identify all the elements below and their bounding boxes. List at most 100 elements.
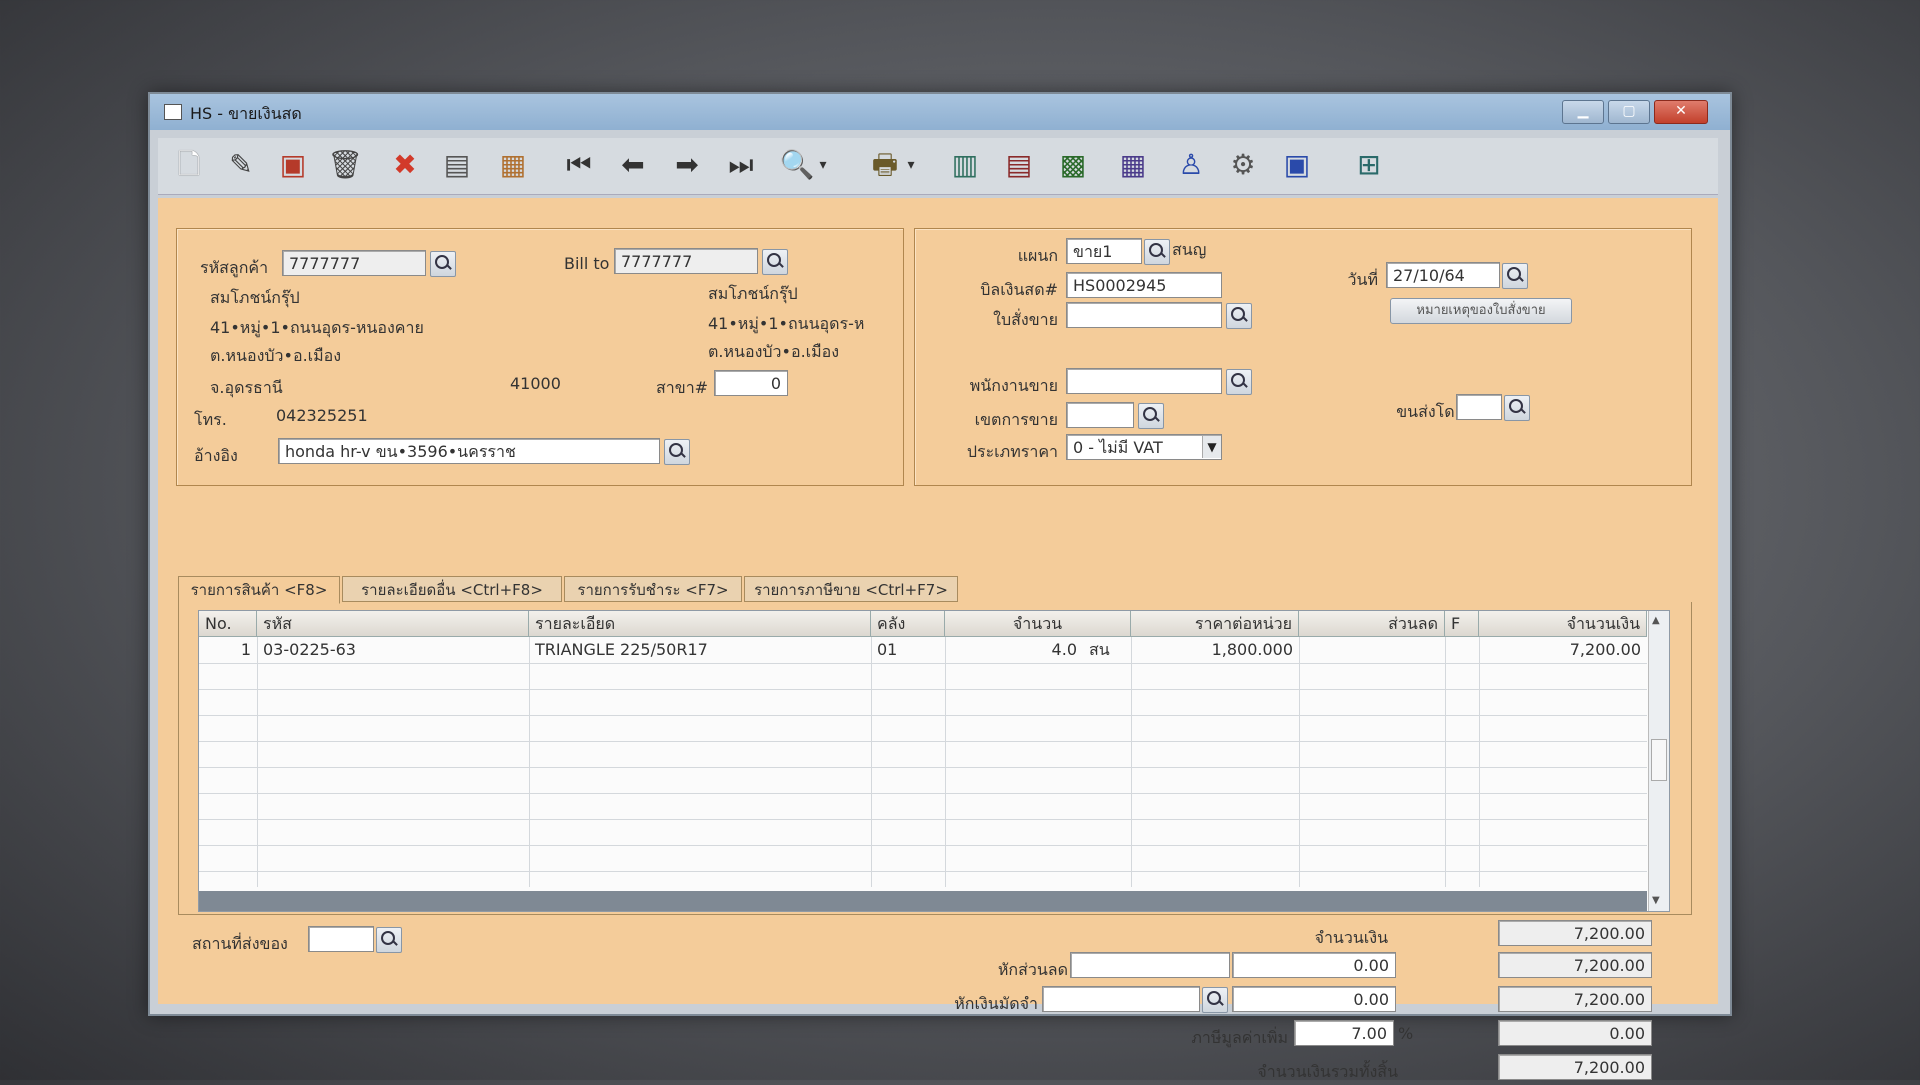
column-header-unit-price[interactable]: ราคาต่อหน่วย	[1131, 611, 1299, 637]
date-picker-icon[interactable]	[1502, 263, 1528, 289]
grand-total-label: จำนวนเงินรวมทั้งสิ้น	[1257, 1062, 1398, 1081]
search-dropdown-icon[interactable]: ▾	[814, 146, 832, 184]
reference-label: อ้างอิง	[194, 446, 238, 465]
close-button[interactable]: ✕	[1654, 100, 1708, 124]
minimize-button[interactable]: ▁	[1562, 100, 1604, 124]
cancel-icon[interactable]: ✖	[386, 146, 424, 184]
list-pointer-icon[interactable]: ▤	[438, 146, 476, 184]
ship-by-label: ขนส่งโดย	[1396, 402, 1464, 421]
after-deposit-field: 7,200.00	[1498, 986, 1652, 1012]
grid-column-line	[1131, 637, 1132, 887]
cell-amount: 7,200.00	[1569, 640, 1641, 659]
screen-report-icon[interactable]: ▥	[946, 146, 984, 184]
title-bar[interactable]: HS - ขายเงินสด ▁ ▢ ✕	[150, 94, 1730, 130]
billto-search-icon[interactable]	[762, 249, 788, 275]
sales-area-field[interactable]	[1066, 402, 1134, 428]
salesman-field[interactable]	[1066, 368, 1222, 394]
customer-code-field[interactable]: 7777777	[282, 250, 426, 276]
books-icon[interactable]: ▦	[494, 146, 532, 184]
cash-bill-number-field[interactable]: HS0002945	[1066, 272, 1222, 298]
cell-no: 1	[240, 640, 251, 659]
salesman-search-icon[interactable]	[1226, 369, 1252, 395]
first-record-icon[interactable]: ⏮	[560, 146, 598, 184]
grid-row-line	[199, 793, 1647, 794]
ship-by-search-icon[interactable]	[1504, 395, 1530, 421]
grid-column-line	[529, 637, 530, 887]
print-dropdown-icon[interactable]: ▾	[902, 146, 920, 184]
deposit-text-field[interactable]	[1042, 986, 1200, 1012]
column-header-warehouse[interactable]: คลัง	[871, 611, 945, 637]
billto-address-line1: 41•หมู่•1•ถนนอุดร-ห	[708, 314, 865, 333]
sales-area-search-icon[interactable]	[1138, 403, 1164, 429]
billto-address-line2: ต.หนองบัว•อ.เมือง	[708, 342, 840, 361]
billto-code-field[interactable]: 7777777	[614, 248, 758, 274]
delete-trash-icon[interactable]: 🗑	[326, 146, 364, 184]
column-header-amount[interactable]: จำนวนเงิน	[1479, 611, 1647, 637]
tab-items[interactable]: รายการสินค้า <F8>	[178, 576, 340, 604]
search-document-icon[interactable]: 🔍	[778, 146, 816, 184]
grid-row-line	[199, 663, 1647, 664]
settings-wrench-icon[interactable]: ⚙	[1224, 146, 1262, 184]
report-list-icon[interactable]: ▤	[1000, 146, 1038, 184]
discount-text-field[interactable]	[1070, 952, 1230, 978]
next-record-icon[interactable]: ➡	[668, 146, 706, 184]
sales-order-note-button[interactable]: หมายเหตุของใบสั่งขาย	[1390, 298, 1572, 324]
date-field[interactable]: 27/10/64	[1386, 262, 1500, 288]
scrollbar-thumb[interactable]	[1651, 739, 1667, 781]
scroll-up-icon[interactable]: ▲	[1652, 615, 1660, 626]
column-header-description[interactable]: รายละเอียด	[529, 611, 871, 637]
tab-sales-tax[interactable]: รายการภาษีขาย <Ctrl+F7>	[744, 576, 958, 602]
department-field[interactable]: ขาย1	[1066, 238, 1142, 264]
column-header-code[interactable]: รหัส	[257, 611, 529, 637]
column-header-f[interactable]: F	[1445, 611, 1479, 637]
tab-other-details[interactable]: รายละเอียดอื่น <Ctrl+F8>	[342, 576, 562, 602]
network-icon[interactable]: ⊞	[1350, 146, 1388, 184]
branch-field[interactable]: 0	[714, 370, 788, 396]
horizontal-scrollbar[interactable]	[199, 891, 1647, 911]
customer-code-label: รหัสลูกค้า	[200, 258, 269, 277]
grid-row-line	[199, 689, 1647, 690]
cell-unit: สน	[1089, 640, 1110, 659]
ok-document-icon[interactable]: ▣	[1278, 146, 1316, 184]
ship-place-search-icon[interactable]	[376, 927, 402, 953]
maximize-button[interactable]: ▢	[1608, 100, 1650, 124]
app-window: HS - ขายเงินสด ▁ ▢ ✕ 🗋 ✎ ▣ 🗑 ✖ ▤ ▦ ⏮ ⬅ ➡…	[148, 92, 1732, 1081]
column-header-quantity[interactable]: จำนวน	[945, 611, 1131, 637]
print-icon[interactable]: 🖶	[866, 146, 904, 184]
deposit-value-field[interactable]: 0.00	[1232, 986, 1396, 1012]
last-record-icon[interactable]: ⏭	[722, 146, 760, 184]
calendar-icon[interactable]: ▦	[1114, 146, 1152, 184]
vertical-scrollbar[interactable]: ▲ ▼	[1648, 611, 1669, 911]
customer-search-icon[interactable]	[430, 251, 456, 277]
ship-by-field[interactable]	[1456, 394, 1502, 420]
price-type-select[interactable]: 0 - ไม่มี VAT	[1066, 434, 1222, 460]
grid-row-line	[199, 767, 1647, 768]
sales-order-search-icon[interactable]	[1226, 303, 1252, 329]
chevron-down-icon[interactable]: ▼	[1202, 436, 1221, 458]
vat-amount-field: 0.00	[1498, 1020, 1652, 1046]
discount-value-field[interactable]: 0.00	[1232, 952, 1396, 978]
previous-record-icon[interactable]: ⬅	[614, 146, 652, 184]
reference-search-icon[interactable]	[664, 439, 690, 465]
department-search-icon[interactable]	[1144, 239, 1170, 265]
reference-field[interactable]: honda hr-v ขน•3596•นครราช	[278, 438, 660, 464]
column-header-discount[interactable]: ส่วนลด	[1299, 611, 1445, 637]
edit-icon[interactable]: ✎	[222, 146, 260, 184]
cell-f	[1445, 637, 1479, 663]
chart-report-icon[interactable]: ▩	[1054, 146, 1092, 184]
table-row[interactable]: 1 03-0225-63 TRIANGLE 225/50R17 01 4.0 ส…	[199, 637, 1647, 663]
vat-rate-field[interactable]: 7.00	[1294, 1020, 1394, 1046]
sales-order-field[interactable]	[1066, 302, 1222, 328]
items-grid: No. รหัส รายละเอียด คลัง จำนวน ราคาต่อหน…	[198, 610, 1670, 912]
tab-payments[interactable]: รายการรับชำระ <F7>	[564, 576, 742, 602]
column-header-no[interactable]: No.	[199, 611, 257, 637]
approve-user-icon[interactable]: ♙	[1172, 146, 1210, 184]
void-icon[interactable]: ▣	[274, 146, 312, 184]
vat-label: ภาษีมูลค่าเพิ่ม	[1191, 1028, 1288, 1047]
deposit-search-icon[interactable]	[1202, 987, 1228, 1013]
scroll-down-icon[interactable]: ▼	[1652, 895, 1660, 906]
new-document-icon[interactable]: 🗋	[170, 146, 208, 184]
department-label: แผนก	[1017, 246, 1058, 265]
customer-zip: 41000	[510, 374, 561, 393]
ship-place-field[interactable]	[308, 926, 374, 952]
